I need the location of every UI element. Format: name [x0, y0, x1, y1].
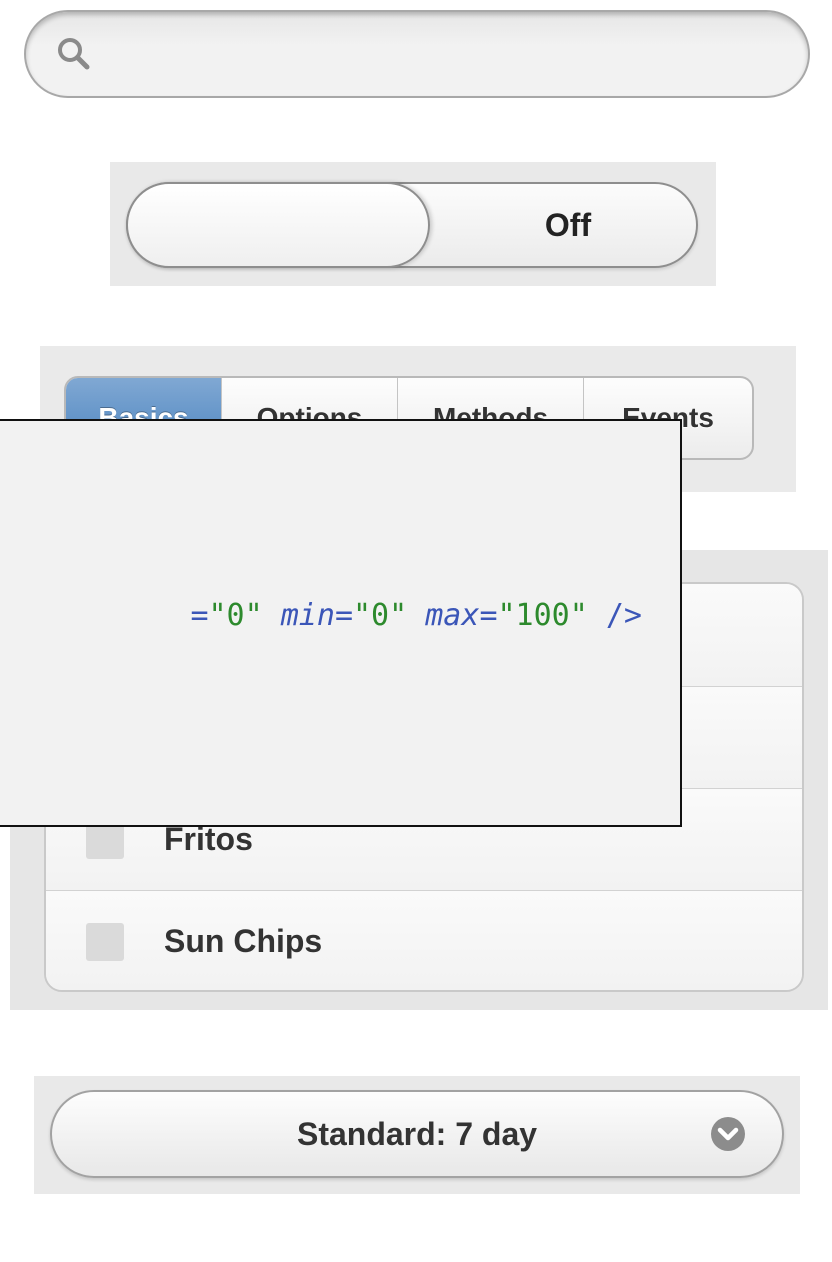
code-attr-max: max — [425, 598, 480, 633]
code-min-value: "0" — [353, 598, 408, 633]
checkbox[interactable] — [86, 923, 124, 961]
chevron-down-icon — [711, 1117, 745, 1151]
search-input[interactable] — [110, 28, 774, 82]
select-value: Standard: 7 day — [296, 1116, 538, 1152]
toggle-panel: Off — [110, 162, 716, 286]
search-icon — [58, 38, 90, 70]
code-snippet-overlay: ="0" min="0" max="100" /> — [0, 419, 682, 827]
list-item[interactable]: Sun Chips — [46, 890, 802, 990]
toggle-switch[interactable]: Off — [126, 182, 698, 268]
code-value: "0" — [208, 598, 263, 633]
code-equals: = — [190, 598, 209, 633]
code-attr-min: min — [280, 598, 335, 633]
code-line: ="0" min="0" max="100" /> — [190, 598, 642, 633]
search-bar[interactable] — [24, 10, 810, 98]
code-max-value: "100" — [497, 598, 588, 633]
select-menu[interactable]: Standard: 7 day — [50, 1090, 784, 1178]
toggle-state-label: Off — [544, 207, 592, 243]
code-close-tag: /> — [605, 598, 642, 633]
list-item-label: Sun Chips — [164, 923, 323, 959]
toggle-knob[interactable] — [126, 182, 430, 268]
select-panel: Standard: 7 day — [34, 1076, 800, 1194]
